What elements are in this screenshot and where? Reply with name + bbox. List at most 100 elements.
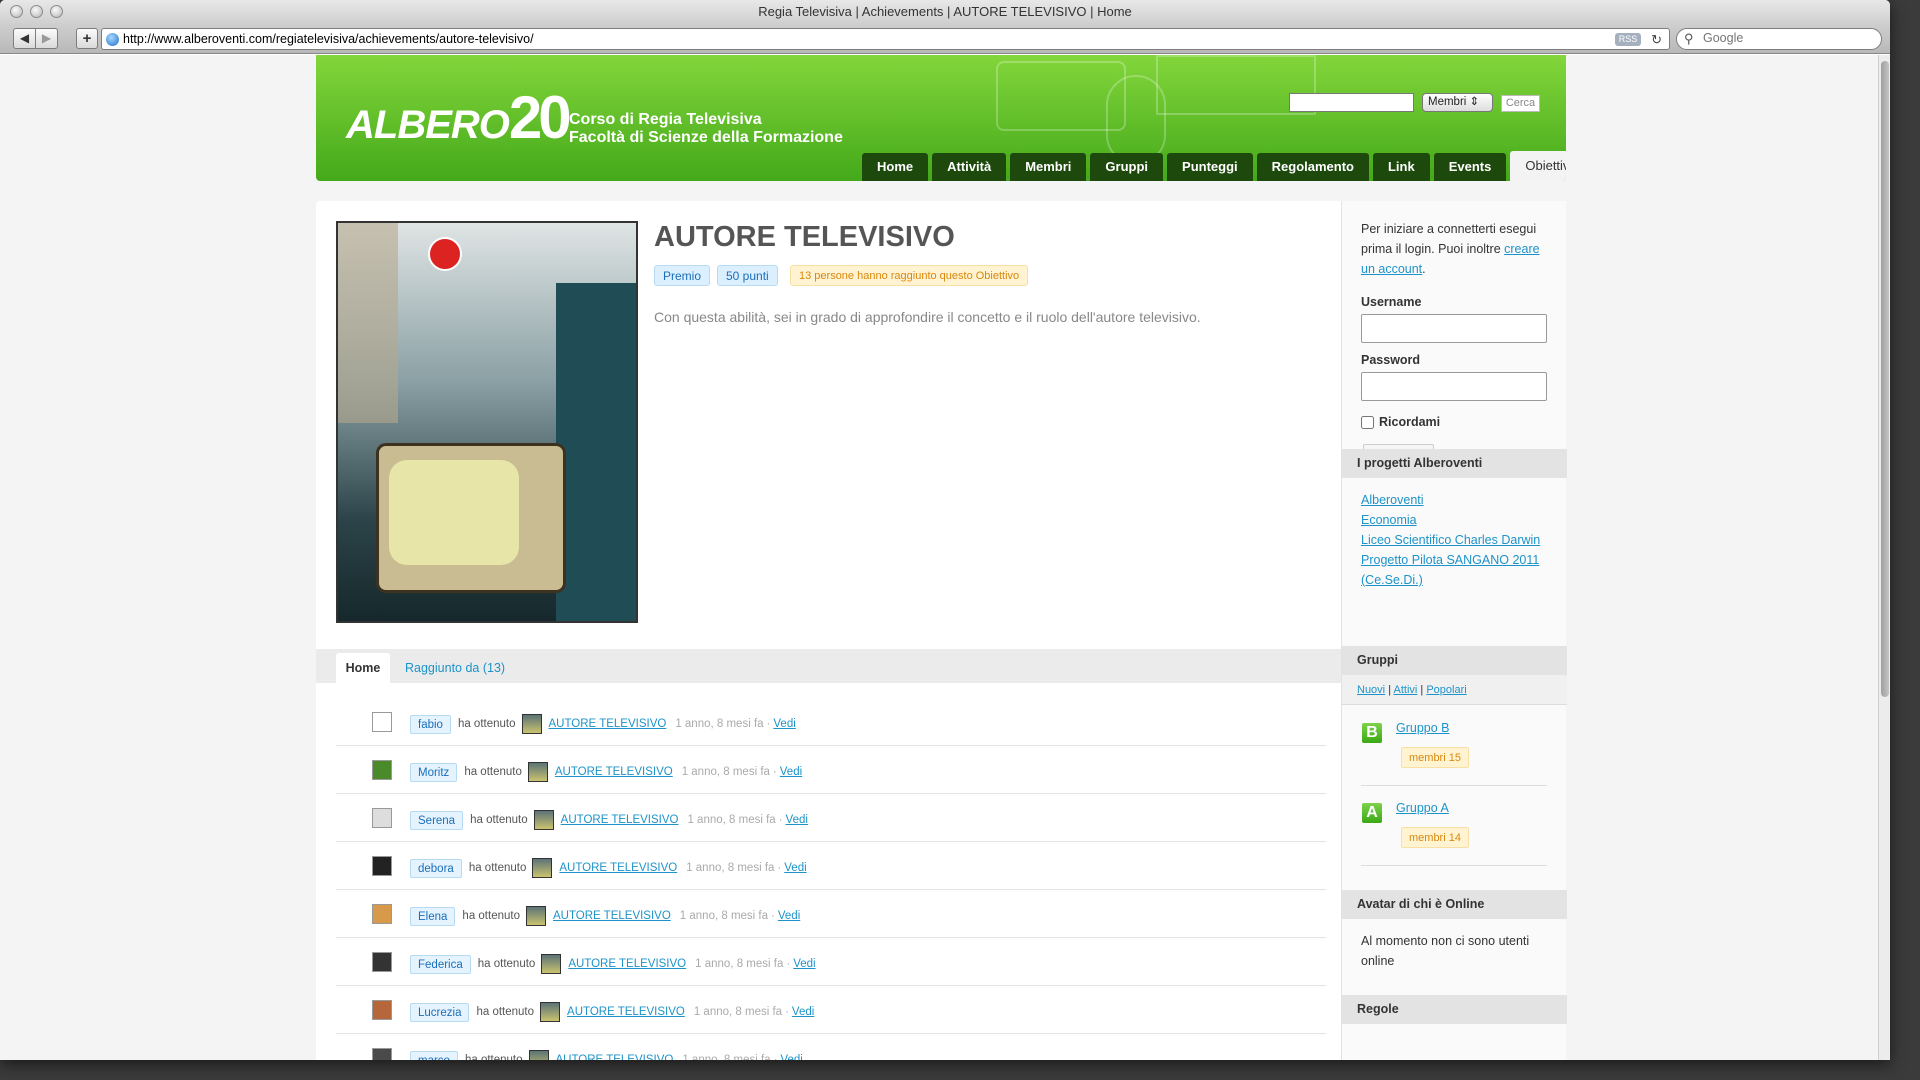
view-link[interactable]: Vedi [773,718,795,730]
online-heading: Avatar di chi è Online [1342,890,1567,919]
nav-tab-regolamento[interactable]: Regolamento [1256,153,1369,181]
groups-filter-new[interactable]: Nuovi [1357,684,1385,696]
activity-row: Lucrezia ha ottenuto AUTORE TELEVISIVO 1 an… [336,986,1326,1034]
username-input[interactable] [1361,314,1547,343]
site-search-input[interactable] [1289,93,1414,112]
user-name-link[interactable]: Moritz [410,762,458,782]
vertical-scrollbar[interactable] [1878,55,1890,1060]
separator: · [766,718,771,730]
close-window-button[interactable] [10,5,23,18]
groups-filter-active[interactable]: Attivi [1394,684,1418,696]
remember-checkbox[interactable] [1361,415,1374,429]
forward-button[interactable]: ▶ [35,28,58,49]
view-link[interactable]: Vedi [786,814,808,826]
project-link[interactable]: Liceo Scientifico Charles Darwin [1361,530,1548,550]
achievement-thumbnail[interactable] [521,714,542,734]
achievement-link[interactable]: AUTORE TELEVISIVO [556,1054,674,1060]
tab-reached-by[interactable]: Raggiunto da (13) [405,653,505,683]
achievement-link[interactable]: AUTORE TELEVISIVO [568,958,686,970]
user-name-link[interactable]: marco [410,1050,458,1060]
online-text: Al momento non ci sono utenti online [1361,934,1530,968]
view-link[interactable]: Vedi [793,958,815,970]
online-box: Avatar di chi è Online Al momento non ci… [1342,890,1567,971]
view-link[interactable]: Vedi [792,1006,814,1018]
add-bookmark-button[interactable]: + [76,28,98,49]
site-subtitle: Corso di Regia Televisiva Facoltà di Sci… [569,111,843,146]
activity-row: debora ha ottenuto AUTORE TELEVISIVO 1 anno… [336,842,1326,890]
activity-verb: ha ottenuto [457,718,516,730]
achievement-link[interactable]: AUTORE TELEVISIVO [549,718,667,730]
achievement-thumbnail[interactable] [528,1050,549,1060]
achievement-thumbnail[interactable] [533,810,554,830]
user-name-link[interactable]: debora [410,858,462,878]
achievement-link[interactable]: AUTORE TELEVISIVO [561,814,679,826]
view-link[interactable]: Vedi [780,1054,802,1060]
group-name-link[interactable]: Gruppo B [1396,721,1450,735]
activity-verb: ha ottenuto [464,766,522,778]
group-avatar[interactable]: A [1362,803,1382,823]
achievement-thumbnail[interactable] [540,1002,561,1022]
group-avatar[interactable]: B [1362,723,1382,743]
remember-row: Ricordami [1361,412,1551,432]
search-button[interactable]: Cerca [1501,95,1540,112]
separator: · [773,1054,778,1060]
achievement-thumbnail[interactable] [532,858,553,878]
address-bar[interactable]: RSS ↻ [101,28,1670,50]
activity-row: Serena ha ottenuto AUTORE TELEVISIVO 1 anno… [336,794,1326,842]
title-bar: Regia Televisiva | Achievements | AUTORE… [0,0,1890,24]
achievement-thumbnail[interactable] [527,762,548,782]
site-logo[interactable]: ALBERO20 [346,83,572,152]
project-link[interactable]: Alberoventi [1361,490,1548,510]
activity-row: Elena ha ottenuto AUTORE TELEVISIVO 1 anno,… [336,890,1326,938]
search-input[interactable] [1703,31,1873,45]
user-name-link[interactable]: Lucrezia [410,1002,470,1022]
user-name-link[interactable]: Elena [410,906,456,926]
project-link[interactable]: Progetto Pilota SANGANO 2011 (Ce.Se.Di.) [1361,550,1548,590]
nav-tab-membri[interactable]: Membri [1010,153,1087,181]
achievement-link[interactable]: AUTORE TELEVISIVO [553,910,671,922]
zoom-window-button[interactable] [50,5,63,18]
achievement-thumbnail[interactable] [525,906,546,926]
reached-count-badge: 13 persone hanno raggiunto questo Obiett… [790,265,1029,286]
username-label: Username [1361,295,1422,309]
activity-verb: ha ottenuto [464,1054,523,1060]
url-input[interactable] [123,30,1543,48]
view-link[interactable]: Vedi [780,766,802,778]
rss-icon[interactable]: RSS [1615,33,1641,46]
scrollbar-thumb[interactable] [1881,61,1889,697]
achievement-link[interactable]: AUTORE TELEVISIVO [559,862,677,874]
group-member-count: membri 14 [1401,827,1469,848]
activity-time: 1 anno, 8 mesi fa [686,862,775,874]
nav-tab-home[interactable]: Home [862,153,929,181]
minimize-window-button[interactable] [30,5,43,18]
groups-filter-popular[interactable]: Popolari [1426,684,1466,696]
main-nav: Home Attività Membri Gruppi Punteggi Regolame… [862,151,1566,181]
search-scope-select[interactable]: Membri ⇕ [1422,93,1493,112]
user-name-link[interactable]: fabio [410,714,451,734]
achievement-link[interactable]: AUTORE TELEVISIVO [555,766,673,778]
nav-tab-events[interactable]: Events [1433,153,1507,181]
view-link[interactable]: Vedi [778,910,800,922]
site-header: ALBERO20 Corso di Regia Televisiva Facol… [316,55,1566,181]
divider [1361,785,1547,786]
reload-icon[interactable]: ↻ [1651,30,1662,50]
achievement-link[interactable]: AUTORE TELEVISIVO [567,1006,685,1018]
login-box: Per iniziare a connetterti esegui prima … [1342,219,1567,467]
nav-tab-gruppi[interactable]: Gruppi [1090,153,1164,181]
nav-tab-attivit-[interactable]: Attività [932,153,1007,181]
user-name-link[interactable]: Serena [410,810,464,830]
groups-list: B Gruppo B membri 15 A Gruppo A membri 14 [1342,705,1567,890]
password-input[interactable] [1361,372,1547,401]
user-name-link[interactable]: Federica [410,954,471,974]
nav-tab-punteggi[interactable]: Punteggi [1167,153,1253,181]
search-bar[interactable]: ⚲ [1676,28,1882,50]
project-link[interactable]: Economia [1361,510,1548,530]
nav-tab-obiettivi[interactable]: Obiettivi [1510,151,1566,181]
view-link[interactable]: Vedi [784,862,806,874]
tab-home[interactable]: Home [336,653,390,683]
group-name-link[interactable]: Gruppo A [1396,801,1449,815]
nav-tab-link[interactable]: Link [1372,153,1430,181]
site-search: Membri ⇕ Cerca [1289,93,1540,112]
achievement-thumbnail[interactable] [541,954,562,974]
back-button[interactable]: ◀ [13,28,36,49]
